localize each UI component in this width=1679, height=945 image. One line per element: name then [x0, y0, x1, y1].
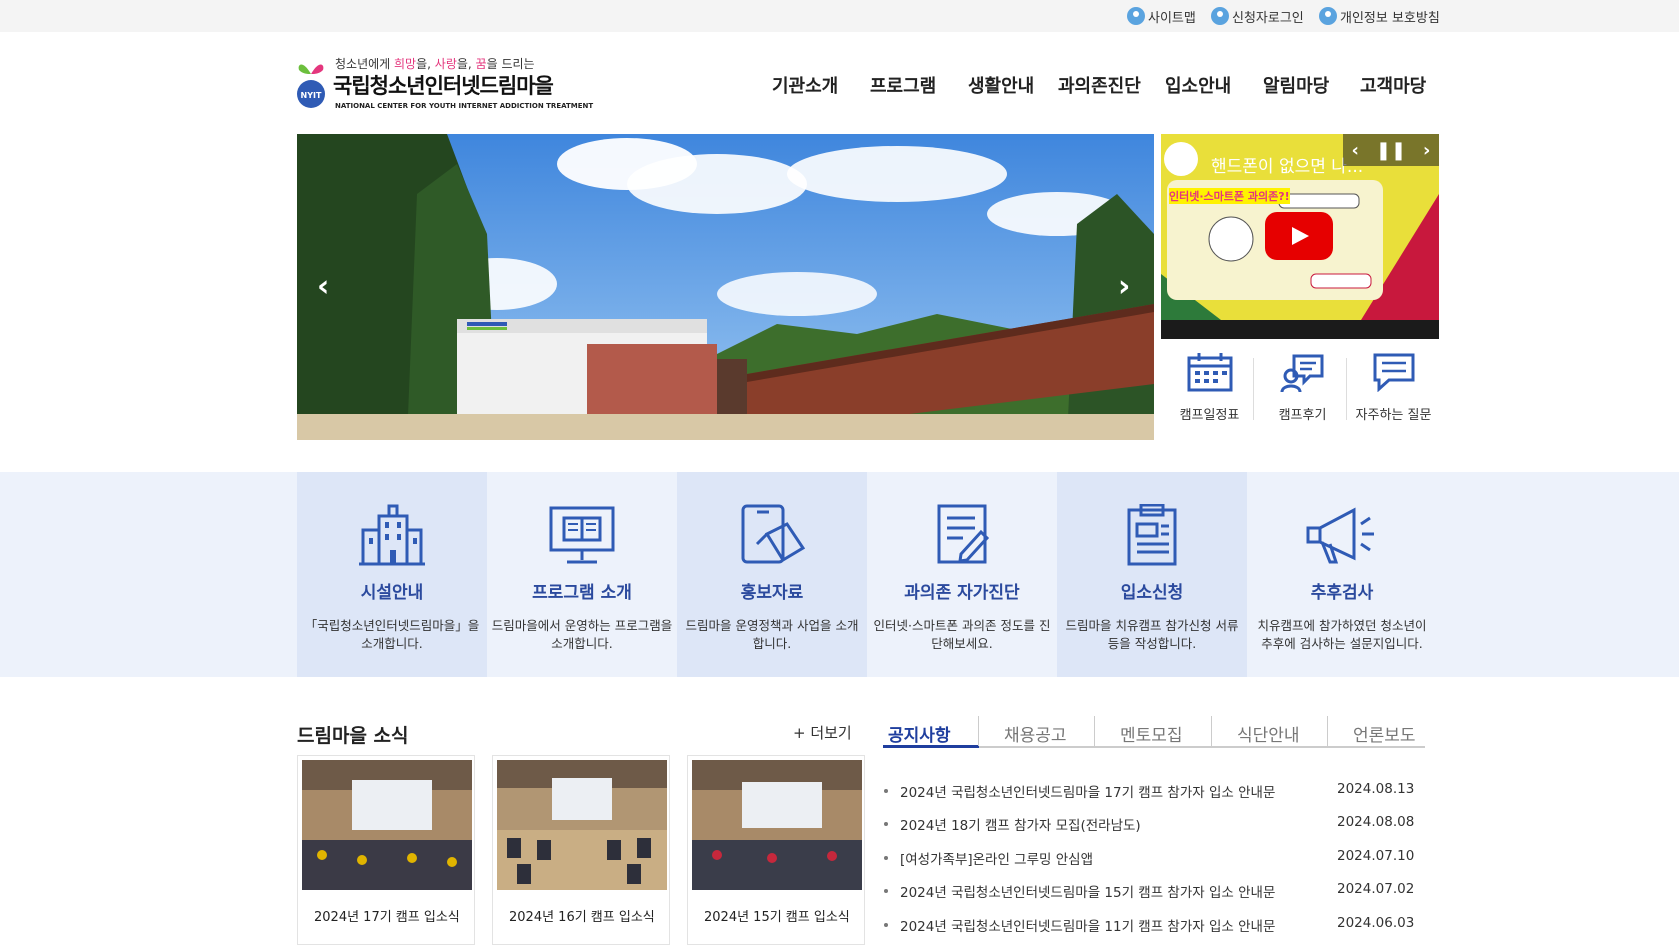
- video-prev-button[interactable]: ‹: [1351, 140, 1358, 161]
- building-icon: [359, 504, 425, 566]
- service-self-diagnosis[interactable]: 과의존 자가진단 인터넷·스마트폰 과의존 정도를 진단해보세요.: [867, 472, 1057, 677]
- sitemap-link[interactable]: 사이트맵: [1127, 7, 1196, 26]
- notice-title: [여성가족부]온라인 그루밍 안심앱: [900, 852, 1093, 868]
- service-description: 드림마을 운영정책과 사업을 소개합니다.: [685, 618, 859, 651]
- user-icon: [1211, 7, 1229, 25]
- quick-link-camp-schedule[interactable]: 캠프일정표: [1163, 352, 1256, 430]
- nav-item-notice[interactable]: 알림마당: [1263, 72, 1329, 98]
- logo-english-name: NATIONAL CENTER FOR YOUTH INTERNET ADDIC…: [335, 102, 594, 110]
- service-title: 입소신청: [1120, 583, 1184, 603]
- news-photo: [302, 760, 472, 890]
- video-badge: 인터넷·스마트폰 과의존?!: [1169, 188, 1290, 204]
- logo-emblem-icon: NYIT: [297, 64, 325, 108]
- video-title: 핸드폰이 없으면 나...: [1211, 157, 1364, 177]
- news-more-link[interactable]: + 더보기: [793, 722, 852, 743]
- video-next-button[interactable]: ›: [1423, 140, 1430, 161]
- tab-recruitment[interactable]: 채용공고: [1004, 721, 1067, 746]
- notice-item[interactable]: 2024년 국립청소년인터넷드림마을 17기 캠프 참가자 입소 안내문 202…: [884, 781, 1429, 801]
- tab-press[interactable]: 언론보도: [1353, 721, 1416, 746]
- notice-title: 2024년 국립청소년인터넷드림마을 15기 캠프 참가자 입소 안내문: [900, 885, 1276, 901]
- quick-link-label: 캠프후기: [1278, 408, 1327, 423]
- news-caption: 2024년 15기 캠프 입소식: [704, 910, 850, 925]
- divider: [1253, 358, 1254, 420]
- service-title: 추후검사: [1310, 583, 1374, 603]
- privacy-policy-link[interactable]: 개인정보 보호방침: [1319, 7, 1440, 26]
- quick-link-label: 캠프일정표: [1179, 408, 1240, 423]
- news-photo: [692, 760, 862, 890]
- service-admission-apply[interactable]: 입소신청 드림마을 치유캠프 참가신청 서류 등을 작성합니다.: [1057, 472, 1247, 677]
- service-description: 치유캠프에 참가하였던 청소년이 추후에 검사하는 설문지입니다.: [1257, 618, 1427, 651]
- tab-mentor[interactable]: 멘토모집: [1120, 721, 1183, 746]
- service-pr-materials[interactable]: 홍보자료 드림마을 운영정책과 사업을 소개합니다.: [677, 472, 867, 677]
- service-description: 드림마을 치유캠프 참가신청 서류 등을 작성합니다.: [1065, 618, 1239, 651]
- notice-title: 2024년 국립청소년인터넷드림마을 17기 캠프 참가자 입소 안내문: [900, 785, 1276, 801]
- notice-title: 2024년 국립청소년인터넷드림마을 11기 캠프 참가자 입소 안내문: [900, 919, 1276, 935]
- service-description: 인터넷·스마트폰 과의존 정도를 진단해보세요.: [873, 618, 1051, 651]
- quick-link-label: 자주하는 질문: [1355, 408, 1432, 423]
- nav-item-about[interactable]: 기관소개: [772, 72, 838, 98]
- quick-link-faq[interactable]: 자주하는 질문: [1347, 352, 1440, 430]
- sitemap-label: 사이트맵: [1148, 10, 1196, 26]
- news-caption: 2024년 16기 캠프 입소식: [509, 910, 655, 925]
- tab-notice[interactable]: 공지사항: [888, 721, 951, 746]
- service-description: 「국립청소년인터넷드림마을」을 소개합니다.: [304, 618, 480, 651]
- notice-date: 2024.07.02: [1337, 881, 1415, 897]
- quick-link-camp-review[interactable]: 캠프후기: [1256, 352, 1349, 430]
- notice-date: 2024.07.10: [1337, 848, 1415, 864]
- hero-slider: ‹ ›: [297, 134, 1154, 440]
- service-title: 프로그램 소개: [532, 583, 632, 603]
- calendar-icon: [1187, 353, 1232, 392]
- notice-title: 2024년 18기 캠프 참가자 모집(전라남도): [900, 818, 1141, 834]
- service-title: 과의존 자가진단: [904, 583, 1020, 603]
- service-program[interactable]: 프로그램 소개 드림마을에서 운영하는 프로그램을 소개합니다.: [487, 472, 677, 677]
- faq-icon: [1373, 353, 1414, 392]
- tab-menu[interactable]: 식단안내: [1237, 721, 1300, 746]
- svg-text:NYIT: NYIT: [301, 91, 322, 100]
- chat-review-icon: [1280, 354, 1323, 392]
- service-description: 드림마을에서 운영하는 프로그램을 소개합니다.: [491, 618, 673, 651]
- checklist-pen-icon: [937, 504, 990, 564]
- tablet-pen-icon: [741, 504, 806, 564]
- news-card[interactable]: 2024년 16기 캠프 입소식: [492, 755, 670, 945]
- youtube-play-icon[interactable]: [1265, 212, 1333, 260]
- news-photo: [497, 760, 667, 890]
- nav-item-customer[interactable]: 고객마당: [1360, 72, 1426, 98]
- service-facility[interactable]: 시설안내 「국립청소년인터넷드림마을」을 소개합니다.: [297, 472, 487, 677]
- nav-item-living-guide[interactable]: 생활안내: [968, 72, 1034, 98]
- hero-prev-arrow[interactable]: ‹: [317, 269, 329, 304]
- news-card[interactable]: 2024년 15기 캠프 입소식: [687, 755, 865, 945]
- clipboard-icon: [1127, 504, 1177, 566]
- logo-title: 국립청소년인터넷드림마을: [333, 74, 554, 98]
- news-caption: 2024년 17기 캠프 입소식: [314, 910, 460, 925]
- hero-image: [297, 134, 1154, 440]
- video-pause-button[interactable]: ❚❚: [1376, 140, 1406, 161]
- megaphone-icon: [1306, 507, 1374, 564]
- notice-item[interactable]: 2024년 국립청소년인터넷드림마을 15기 캠프 참가자 입소 안내문 202…: [884, 881, 1429, 901]
- hero-next-arrow[interactable]: ›: [1118, 269, 1130, 304]
- video-controls: ‹ ❚❚ ›: [1343, 134, 1439, 166]
- notice-item[interactable]: [여성가족부]온라인 그루밍 안심앱 2024.07.10: [884, 848, 1429, 868]
- service-title: 시설안내: [360, 583, 424, 603]
- notice-date: 2024.08.13: [1337, 781, 1415, 797]
- nav-item-program[interactable]: 프로그램: [870, 72, 936, 98]
- news-card[interactable]: 2024년 17기 캠프 입소식: [297, 755, 475, 945]
- nav-item-diagnosis[interactable]: 과의존진단: [1058, 72, 1141, 98]
- notice-item[interactable]: 2024년 국립청소년인터넷드림마을 11기 캠프 참가자 입소 안내문 202…: [884, 915, 1429, 935]
- news-section-title: 드림마을 소식: [297, 725, 409, 747]
- notice-date: 2024.08.08: [1337, 814, 1415, 830]
- service-title: 홍보자료: [740, 583, 804, 603]
- nav-item-admission[interactable]: 입소안내: [1165, 72, 1231, 98]
- applicant-login-link[interactable]: 신청자로그인: [1211, 7, 1304, 26]
- notice-item[interactable]: 2024년 18기 캠프 참가자 모집(전라남도) 2024.08.08: [884, 814, 1429, 834]
- applicant-login-label: 신청자로그인: [1232, 10, 1304, 26]
- privacy-policy-label: 개인정보 보호방침: [1340, 10, 1440, 26]
- service-follow-up[interactable]: 추후검사 치유캠프에 참가하였던 청소년이 추후에 검사하는 설문지입니다.: [1247, 472, 1437, 677]
- sitemap-icon: [1127, 7, 1145, 25]
- notice-date: 2024.06.03: [1337, 915, 1415, 931]
- monitor-book-icon: [549, 506, 615, 564]
- lock-icon: [1319, 7, 1337, 25]
